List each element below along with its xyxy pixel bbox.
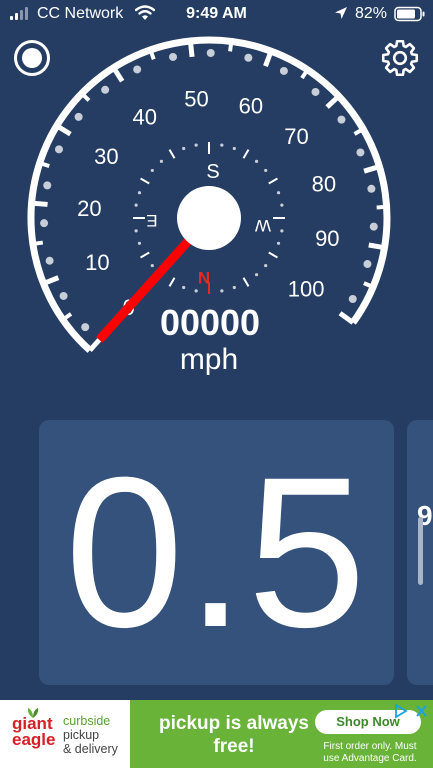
minor-tick [80,92,91,102]
compass-dot [137,241,142,245]
compass-tick [268,251,278,259]
ad-headline: pickup is always free! [159,713,309,757]
speed-tick-label: 90 [315,226,339,251]
compass-dot [194,289,198,293]
compass-tick [140,251,150,259]
compass-dot [264,168,268,173]
compass-dot [182,146,186,151]
dial-dot [101,85,110,94]
adchoices-icon[interactable] [392,702,430,720]
metric-panel[interactable]: 0.5 [39,420,394,685]
dial-dot [74,112,83,121]
ad-brand-line2: eagle [12,730,56,749]
speed-tick-label: 20 [77,196,101,221]
compass-dot [182,285,186,290]
compass-dot [232,146,236,151]
minor-tick [376,204,387,210]
ad-tagline: curbside pickup & delivery [63,714,118,756]
minor-tick [228,41,234,52]
dial-dot [356,148,365,157]
dial-dot [59,291,68,300]
speed-tick-label: 10 [85,250,109,275]
battery-percent: 82% [355,5,388,22]
dial-dot [43,181,52,190]
major-tick [263,50,274,68]
compass-dot [134,203,138,207]
compass-dot [137,191,142,195]
ad-logo: giant eagle curbside pickup & delivery [0,700,130,768]
compass-south: S [206,161,219,183]
speed-tick-label: 50 [184,87,208,112]
dial-dot [367,184,376,193]
minor-tick [61,312,73,322]
speedometer-gauge: 0102030405060708090100 S N E W 00000 mph [27,36,391,376]
compass-dot [280,229,284,233]
minor-tick [32,240,44,246]
dial-hub [177,186,241,250]
compass-dot [254,273,259,277]
dial-dot [169,52,178,61]
compass-north: N [198,268,210,287]
dial-dot [45,256,54,265]
speed-tick-label: 60 [239,94,263,119]
major-tick [368,242,385,251]
dial-dot [311,87,320,96]
compass-dot [134,229,138,233]
compass-tick [268,177,278,185]
compass-dot [276,191,281,195]
dial-dot [40,219,49,228]
status-bar: CC Network 9:49 AM 82% [0,0,433,30]
dial-dot [369,222,378,231]
major-tick [338,311,355,325]
major-tick [187,40,195,58]
compass-dot [220,289,224,293]
page-scroll-indicator [418,517,423,585]
dial-dot [244,53,253,62]
minor-tick [300,68,310,80]
compass-tick [242,277,250,287]
compass-dot [220,143,224,147]
ad-banner[interactable]: giant eagle curbside pickup & delivery p… [0,700,433,768]
compass-dot [280,203,284,207]
metric-value: 0.5 [64,432,369,672]
dial-dot [279,66,288,75]
odometer-value: 00000 [160,302,260,343]
compass-tick [242,149,250,159]
compass-dot [276,241,281,245]
compass-east: E [146,211,157,230]
compass-dot [159,159,164,163]
compass-dot [264,263,268,268]
major-tick [42,275,60,286]
dial-dot [348,294,357,303]
dial-dot [363,260,372,269]
dial-dot [81,323,90,332]
speed-tick-label: 70 [284,124,308,149]
compass-dot [232,285,236,290]
speed-tick-label: 80 [312,171,336,196]
compass-west: W [255,216,271,235]
major-tick [31,200,48,207]
dial-dot [133,65,142,74]
location-arrow-icon [335,7,347,19]
major-tick [88,336,103,352]
speed-tick-label: 40 [132,105,156,130]
compass-tick [168,277,176,287]
speed-tick-label: 30 [94,144,118,169]
dial-dot [206,49,215,58]
speed-unit: mph [180,343,238,376]
dial-dot [54,145,63,154]
compass-tick [140,177,150,185]
compass-dot [150,263,154,268]
battery-icon [394,6,425,22]
compass-dot [150,168,154,173]
major-tick [111,66,125,83]
ad-fine-print: First order only. Must use Advantage Car… [323,741,417,764]
dial-dot [337,115,346,124]
speed-tick-label: 100 [288,277,325,302]
compass-dot [254,159,259,163]
major-tick [325,94,341,109]
major-tick [55,123,72,137]
compass-tick [168,149,176,159]
compass-dot [194,143,198,147]
